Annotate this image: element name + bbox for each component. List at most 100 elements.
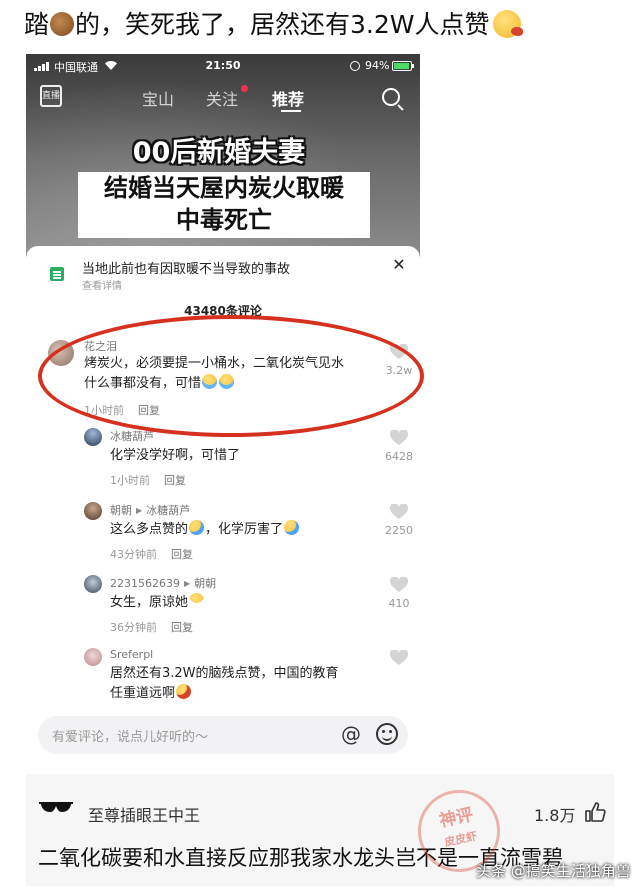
status-bar: 中国联通 21:50 94% — [26, 54, 420, 78]
tab-baoshan[interactable]: 宝山 — [142, 86, 174, 110]
comment-text-body: 女生，原谅她 — [110, 595, 189, 610]
headline: 踏的，笑死我了，居然还有3.2W人点赞 — [24, 8, 624, 42]
headline-part1: 踏 — [24, 10, 50, 39]
tab-following[interactable]: 关注 — [206, 86, 238, 110]
notice-details-link[interactable]: 查看详情 — [82, 277, 122, 292]
heart-icon[interactable] — [390, 504, 408, 520]
comment-meta: 36分钟前 回复 — [110, 619, 193, 635]
comment-time: 43分钟前 — [110, 548, 157, 561]
comment-author: 朝朝 ▶ 冰糖葫芦 — [110, 502, 190, 518]
comment-meta: 43分钟前 回复 — [110, 546, 193, 562]
comment-text: 烤炭火，必须要提一小桶水，二氧化炭气见水 什么事都没有，可惜 — [84, 354, 384, 394]
vomiting-face-icon — [176, 684, 192, 699]
dog-face-icon — [50, 12, 75, 36]
grinning-face-icon — [189, 593, 205, 608]
tab-recommended[interactable]: 推荐 — [272, 86, 304, 110]
comment-text-line1: 烤炭火，必须要提一小桶水，二氧化炭气见水 — [84, 356, 345, 371]
top-nav: 直播 宝山 关注 推荐 — [26, 80, 420, 116]
like-count: 3.2w — [385, 364, 413, 377]
comment-text: 化学没学好啊，可惜了 — [110, 448, 241, 463]
video-title: 00后新婚夫妻 — [132, 137, 306, 168]
comment-item: 花之泪 烤炭火，必须要提一小桶水，二氧化炭气见水 什么事都没有，可惜 1小时前 回… — [26, 334, 420, 417]
comment-item: Sreferpl 居然还有3.2W的脑残点赞，中国的教育 任重道远啊 — [26, 644, 420, 706]
like-count: 1.8万 — [534, 806, 576, 825]
emoji-icon[interactable] — [376, 723, 398, 745]
news-icon — [50, 267, 64, 281]
video-subtitle-line2: 中毒死亡 — [176, 206, 272, 234]
comment-input-placeholder: 有爱评论，说点儿好听的～ — [52, 730, 209, 745]
comment-panel: 当地此前也有因取暖不当导致的事故 查看详情 ✕ 43480条评论 花之泪 烤炭火… — [26, 246, 420, 760]
reply-to-name[interactable]: 冰糖葫芦 — [146, 504, 190, 517]
reply-button[interactable]: 回复 — [164, 474, 186, 487]
heart-icon[interactable] — [390, 577, 408, 593]
comment-time: 36分钟前 — [110, 621, 157, 634]
orientation-lock-icon — [350, 61, 360, 71]
comment-time: 1小时前 — [84, 404, 124, 417]
battery-icon — [392, 61, 414, 71]
reply-button[interactable]: 回复 — [138, 404, 160, 417]
commenter-name[interactable]: 至尊插眼王中王 — [88, 802, 200, 826]
sunglasses-icon — [39, 802, 73, 812]
phone-screenshot: 中国联通 21:50 94% 直播 宝山 关注 推荐 00后新婚夫妻 结婚当天屋… — [26, 54, 420, 760]
like-count: 410 — [388, 597, 410, 610]
laughing-face-icon — [189, 520, 205, 535]
comment-text-part1: 这么多点赞的 — [110, 522, 189, 537]
source-watermark: 头条 @搞笑生活独角兽 — [476, 862, 631, 880]
reply-button[interactable]: 回复 — [171, 548, 193, 561]
reply-arrow-icon: ▶ — [136, 506, 143, 515]
notification-dot — [241, 85, 248, 92]
reply-button[interactable]: 回复 — [171, 621, 193, 634]
notice-text[interactable]: 当地此前也有因取暖不当导致的事故 — [82, 258, 290, 277]
headline-part2: 的，笑死我了，居然还有3.2W人点赞 — [75, 10, 490, 39]
like-count: 2250 — [385, 524, 413, 537]
comment-input[interactable]: 有爱评论，说点儿好听的～ @ — [38, 716, 408, 754]
comment-time: 1小时前 — [110, 474, 150, 487]
at-mention-icon[interactable]: @ — [339, 722, 363, 746]
comment-item: 冰糖葫芦 化学没学好啊，可惜了 1小时前 回复 6428 — [26, 424, 420, 490]
crying-face-icon — [219, 374, 235, 389]
avatar[interactable] — [84, 502, 102, 520]
comment-meta: 1小时前 回复 — [110, 472, 186, 488]
heart-icon[interactable] — [390, 430, 408, 446]
avatar[interactable] — [84, 648, 102, 666]
comment-author: 2231562639 ▶ 朝朝 — [110, 575, 216, 591]
comment-item: 朝朝 ▶ 冰糖葫芦 这么多点赞的 ，化学厉害了 43分钟前 回复 2250 — [26, 498, 420, 564]
comment-text-line2-body: 任重道远啊 — [110, 686, 176, 701]
comment-author[interactable]: Sreferpl — [110, 648, 153, 661]
vomiting-face-icon — [492, 10, 523, 38]
avatar[interactable] — [48, 340, 74, 366]
live-tv-icon[interactable]: 直播 — [40, 85, 62, 107]
battery-percent: 94% — [365, 59, 390, 72]
close-icon[interactable]: ✕ — [392, 257, 406, 273]
comment-text: 女生，原谅她 — [110, 593, 370, 613]
comment-text-part2: ，化学厉害了 — [205, 522, 284, 537]
like-count: 6428 — [385, 450, 413, 463]
heart-icon[interactable] — [390, 650, 408, 666]
laughing-face-icon — [284, 520, 300, 535]
avatar[interactable] — [84, 428, 102, 446]
status-time: 21:50 — [205, 59, 241, 72]
comment-text-line2: 任重道远啊 — [110, 684, 380, 704]
active-tab-indicator — [281, 110, 301, 112]
search-icon[interactable] — [382, 88, 400, 106]
comment-text-line2-body: 什么事都没有，可惜 — [84, 376, 202, 391]
video-subtitle: 结婚当天屋内炭火取暖 中毒死亡 — [78, 172, 370, 236]
reply-arrow-icon: ▶ — [184, 579, 191, 588]
comment-author-name[interactable]: 2231562639 — [110, 577, 180, 590]
comment-meta: 1小时前 回复 — [84, 402, 160, 418]
comment-text: 居然还有3.2W的脑残点赞，中国的教育 任重道远啊 — [110, 664, 380, 704]
comment-author[interactable]: 冰糖葫芦 — [110, 428, 154, 444]
video-subtitle-line1: 结婚当天屋内炭火取暖 — [104, 174, 344, 202]
comment-author[interactable]: 花之泪 — [84, 338, 117, 354]
comment-text: 这么多点赞的 ，化学厉害了 — [110, 520, 370, 540]
heart-icon[interactable] — [390, 344, 408, 360]
thumbs-up-icon[interactable] — [584, 801, 606, 823]
comment-count: 43480条评论 — [184, 304, 262, 318]
comment-item: 2231562639 ▶ 朝朝 女生，原谅她 36分钟前 回复 410 — [26, 571, 420, 637]
crying-face-icon — [202, 374, 218, 389]
comment-author-name[interactable]: 朝朝 — [110, 504, 132, 517]
avatar[interactable] — [84, 575, 102, 593]
reply-to-name[interactable]: 朝朝 — [194, 577, 216, 590]
comment-text-line2: 什么事都没有，可惜 — [84, 374, 384, 394]
comment-text-line1: 居然还有3.2W的脑残点赞，中国的教育 — [110, 666, 339, 681]
